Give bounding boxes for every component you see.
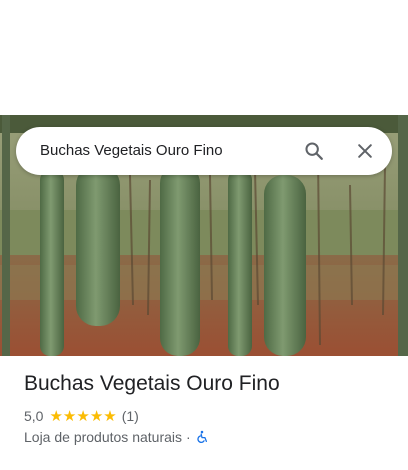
rating-row[interactable]: 5,0 ★ ★ ★ ★ ★ (1) xyxy=(24,406,139,426)
search-input[interactable]: Buchas Vegetais Ouro Fino xyxy=(40,127,223,175)
star-icon: ★ xyxy=(76,407,90,425)
wheelchair-accessible-icon xyxy=(197,430,207,443)
separator: · xyxy=(186,429,191,445)
place-card: Buchas Vegetais Ouro Fino Buchas Vegetai… xyxy=(0,0,408,470)
rating-stars: ★ ★ ★ ★ ★ xyxy=(49,409,116,424)
close-icon xyxy=(358,144,372,158)
place-category: Loja de produtos naturais xyxy=(24,429,182,445)
search-icon xyxy=(305,142,323,160)
rating-value: 5,0 xyxy=(24,408,44,424)
star-icon: ★ xyxy=(62,407,77,425)
place-title: Buchas Vegetais Ouro Fino xyxy=(24,372,280,395)
close-button[interactable] xyxy=(349,135,381,167)
category-row: Loja de produtos naturais · xyxy=(24,428,209,446)
star-icon: ★ xyxy=(49,407,63,425)
review-count[interactable]: (1) xyxy=(122,408,139,424)
star-icon: ★ xyxy=(103,407,117,425)
search-button[interactable] xyxy=(298,135,330,167)
star-icon: ★ xyxy=(89,407,104,425)
search-bar[interactable]: Buchas Vegetais Ouro Fino xyxy=(16,127,392,175)
